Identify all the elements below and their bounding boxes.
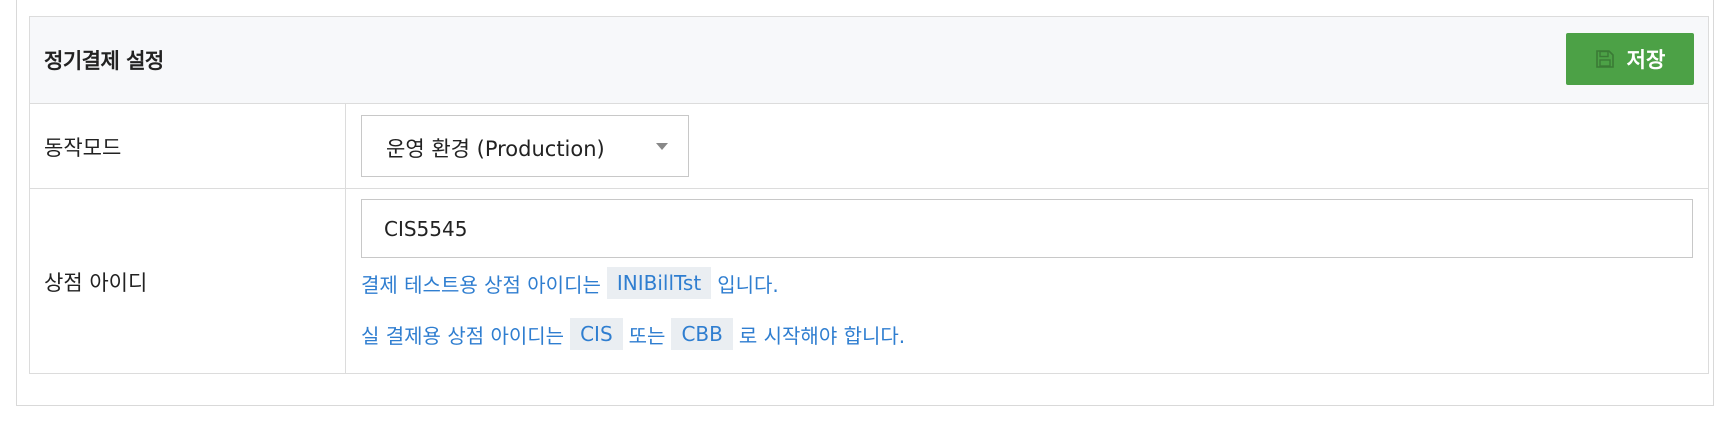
- mode-row: 동작모드 운영 환경 (Production): [30, 104, 1708, 189]
- live-prefix-code-cis: CIS: [570, 318, 623, 350]
- floppy-disk-icon: [1595, 49, 1615, 69]
- save-button[interactable]: 저장: [1566, 33, 1694, 85]
- mode-select[interactable]: 운영 환경 (Production): [361, 115, 689, 177]
- mode-label: 동작모드: [44, 136, 122, 160]
- panel-header: 정기결제 설정 저장: [30, 17, 1708, 104]
- help2-prefix: 실 결제용 상점 아이디는: [361, 323, 565, 348]
- help2-suffix: 로 시작해야 합니다.: [738, 323, 906, 348]
- save-button-label: 저장: [1626, 48, 1666, 72]
- merchant-id-input[interactable]: [361, 199, 1693, 258]
- help1-prefix: 결제 테스트용 상점 아이디는: [361, 272, 601, 297]
- merchant-id-row: 상점 아이디 결제 테스트용 상점 아이디는 INIBillTst 입니다. 실…: [30, 189, 1708, 374]
- test-merchant-id-help: 결제 테스트용 상점 아이디는 INIBillTst 입니다.: [361, 267, 779, 299]
- recurring-payment-settings-panel: 정기결제 설정 저장 동작모드 운영 환경 (Production) 상점 아이…: [29, 16, 1709, 374]
- help1-suffix: 입니다.: [717, 272, 779, 297]
- merchant-id-label: 상점 아이디: [44, 271, 148, 295]
- chevron-down-icon: [656, 143, 668, 150]
- live-merchant-id-help: 실 결제용 상점 아이디는 CIS 또는 CBB 로 시작해야 합니다.: [361, 318, 905, 350]
- mode-select-value: 운영 환경 (Production): [386, 137, 605, 161]
- merchant-id-label-cell: 상점 아이디: [30, 189, 346, 374]
- live-prefix-code-cbb: CBB: [671, 318, 733, 350]
- mode-label-cell: 동작모드: [30, 104, 346, 188]
- help2-middle: 또는: [628, 323, 666, 348]
- test-merchant-id-code: INIBillTst: [606, 267, 712, 299]
- panel-title: 정기결제 설정: [44, 49, 164, 73]
